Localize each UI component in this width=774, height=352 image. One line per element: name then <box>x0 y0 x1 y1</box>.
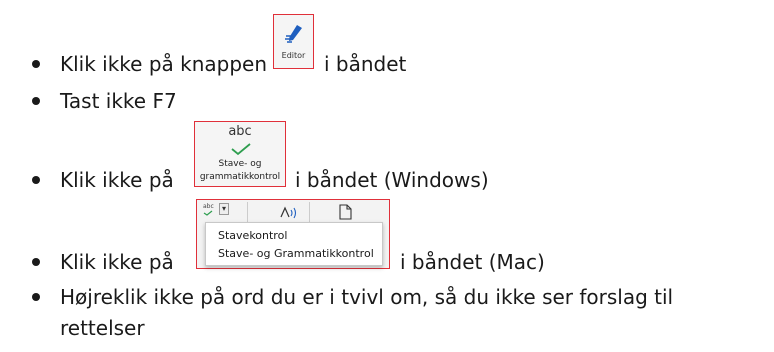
abc-label: abc <box>228 124 252 139</box>
bullet-dot <box>32 176 40 184</box>
bullet-dot <box>32 97 40 105</box>
button-label-line1: Stave- og <box>218 159 262 169</box>
item-text-before: Klik ikke på <box>60 168 174 192</box>
item-text-before: Klik ikke på <box>60 250 174 274</box>
chevron-down-icon[interactable]: ▾ <box>219 203 229 215</box>
editor-button-label: Editor <box>281 51 306 60</box>
checkmark-icon <box>231 143 251 156</box>
dictate-icon <box>280 206 297 219</box>
item-text-after: i båndet <box>324 52 407 76</box>
button-label-line2: grammatikkontrol <box>199 172 281 182</box>
item-text-after: i båndet (Windows) <box>295 168 489 192</box>
editor-button[interactable]: Editor <box>273 14 314 69</box>
item-text: Tast ikke F7 <box>60 89 177 113</box>
editor-pen-icon <box>285 25 302 43</box>
menu-item-stave-og-grammatikkontrol[interactable]: Stave- og Grammatikkontrol <box>218 247 374 260</box>
dropdown-menu: Stavekontrol Stave- og Grammatikkontrol <box>205 222 383 266</box>
abc-mini-icon[interactable]: abc <box>203 203 219 217</box>
mac-spelling-menu[interactable]: abc ▾ Stavekontrol Stave- og Grammatikko… <box>196 199 390 269</box>
item-text-line2: rettelser <box>60 316 145 340</box>
toolbar-divider <box>247 202 248 222</box>
bullet-dot <box>32 293 40 301</box>
instruction-list: Klik ikke på knappen Editor i båndet Tas… <box>0 0 774 352</box>
spelling-grammar-button[interactable]: abc Stave- og grammatikkontrol <box>194 121 286 187</box>
item-text-after: i båndet (Mac) <box>400 250 545 274</box>
menu-item-stavekontrol[interactable]: Stavekontrol <box>218 229 287 242</box>
bullet-dot <box>32 258 40 266</box>
toolbar-divider <box>309 202 310 222</box>
mini-check-icon <box>203 210 213 216</box>
item-text-before: Klik ikke på knappen <box>60 52 268 76</box>
bullet-dot <box>32 60 40 68</box>
item-text-line1: Højreklik ikke på ord du er i tvivl om, … <box>60 285 674 309</box>
document-icon <box>339 204 352 220</box>
mac-toolbar: abc ▾ <box>197 200 389 222</box>
